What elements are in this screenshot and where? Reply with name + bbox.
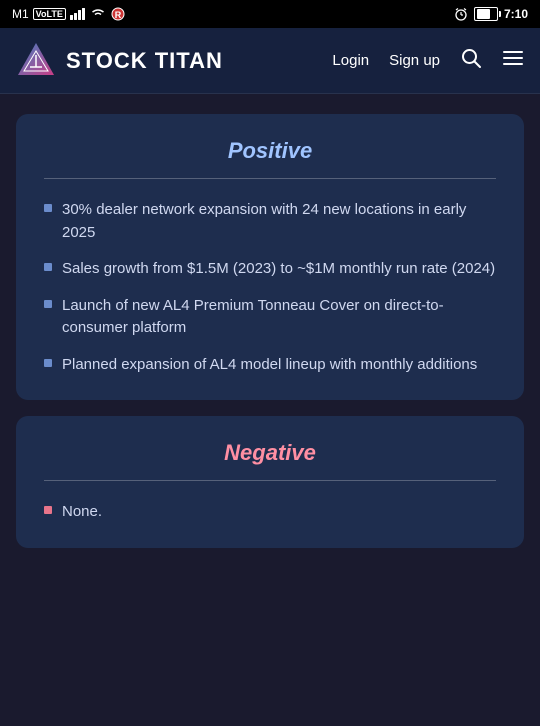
list-item: Launch of new AL4 Premium Tonneau Cover … — [44, 295, 496, 340]
logo-icon — [16, 41, 56, 81]
bullet-icon — [44, 204, 52, 212]
signup-link[interactable]: Sign up — [389, 52, 440, 69]
positive-bullet-list: 30% dealer network expansion with 24 new… — [44, 199, 496, 376]
bullet-icon — [44, 263, 52, 271]
bullet-text: None. — [62, 501, 496, 524]
search-icon[interactable] — [460, 47, 482, 75]
bullet-icon — [44, 506, 52, 514]
positive-card: Positive 30% dealer network expansion wi… — [16, 114, 524, 400]
navbar: STOCK TITAN Login Sign up — [0, 28, 540, 94]
nav-links: Login Sign up — [332, 47, 524, 75]
logo-area: STOCK TITAN — [16, 41, 332, 81]
positive-divider — [44, 178, 496, 179]
menu-icon[interactable] — [502, 47, 524, 75]
logo-text: STOCK TITAN — [66, 48, 223, 74]
signal-icon — [70, 8, 86, 20]
bullet-text: 30% dealer network expansion with 24 new… — [62, 199, 496, 244]
list-item: 30% dealer network expansion with 24 new… — [44, 199, 496, 244]
list-item: Planned expansion of AL4 model lineup wi… — [44, 354, 496, 377]
bullet-text: Launch of new AL4 Premium Tonneau Cover … — [62, 295, 496, 340]
battery-icon — [474, 7, 498, 21]
negative-card: Negative None. — [16, 416, 524, 548]
positive-title: Positive — [44, 138, 496, 164]
negative-bullet-list: None. — [44, 501, 496, 524]
negative-divider — [44, 480, 496, 481]
alarm-icon — [454, 7, 468, 21]
battery-fill — [477, 9, 491, 19]
svg-text:R: R — [115, 10, 122, 20]
status-bar: M1 VoLTE R 7:10 — [0, 0, 540, 28]
login-link[interactable]: Login — [332, 52, 369, 69]
main-content: Positive 30% dealer network expansion wi… — [0, 94, 540, 568]
volte-badge: VoLTE — [33, 8, 66, 20]
list-item: Sales growth from $1.5M (2023) to ~$1M m… — [44, 258, 496, 281]
negative-title: Negative — [44, 440, 496, 466]
bullet-icon — [44, 300, 52, 308]
status-left: M1 VoLTE R — [12, 7, 126, 21]
carrier-label: M1 — [12, 7, 29, 21]
bullet-text: Planned expansion of AL4 model lineup wi… — [62, 354, 496, 377]
wifi-icon — [90, 8, 106, 20]
extra-icon: R — [110, 7, 126, 21]
list-item: None. — [44, 501, 496, 524]
battery-tip — [499, 11, 501, 17]
time-label: 7:10 — [504, 7, 528, 21]
bullet-text: Sales growth from $1.5M (2023) to ~$1M m… — [62, 258, 496, 281]
bullet-icon — [44, 359, 52, 367]
status-right: 7:10 — [454, 7, 528, 21]
